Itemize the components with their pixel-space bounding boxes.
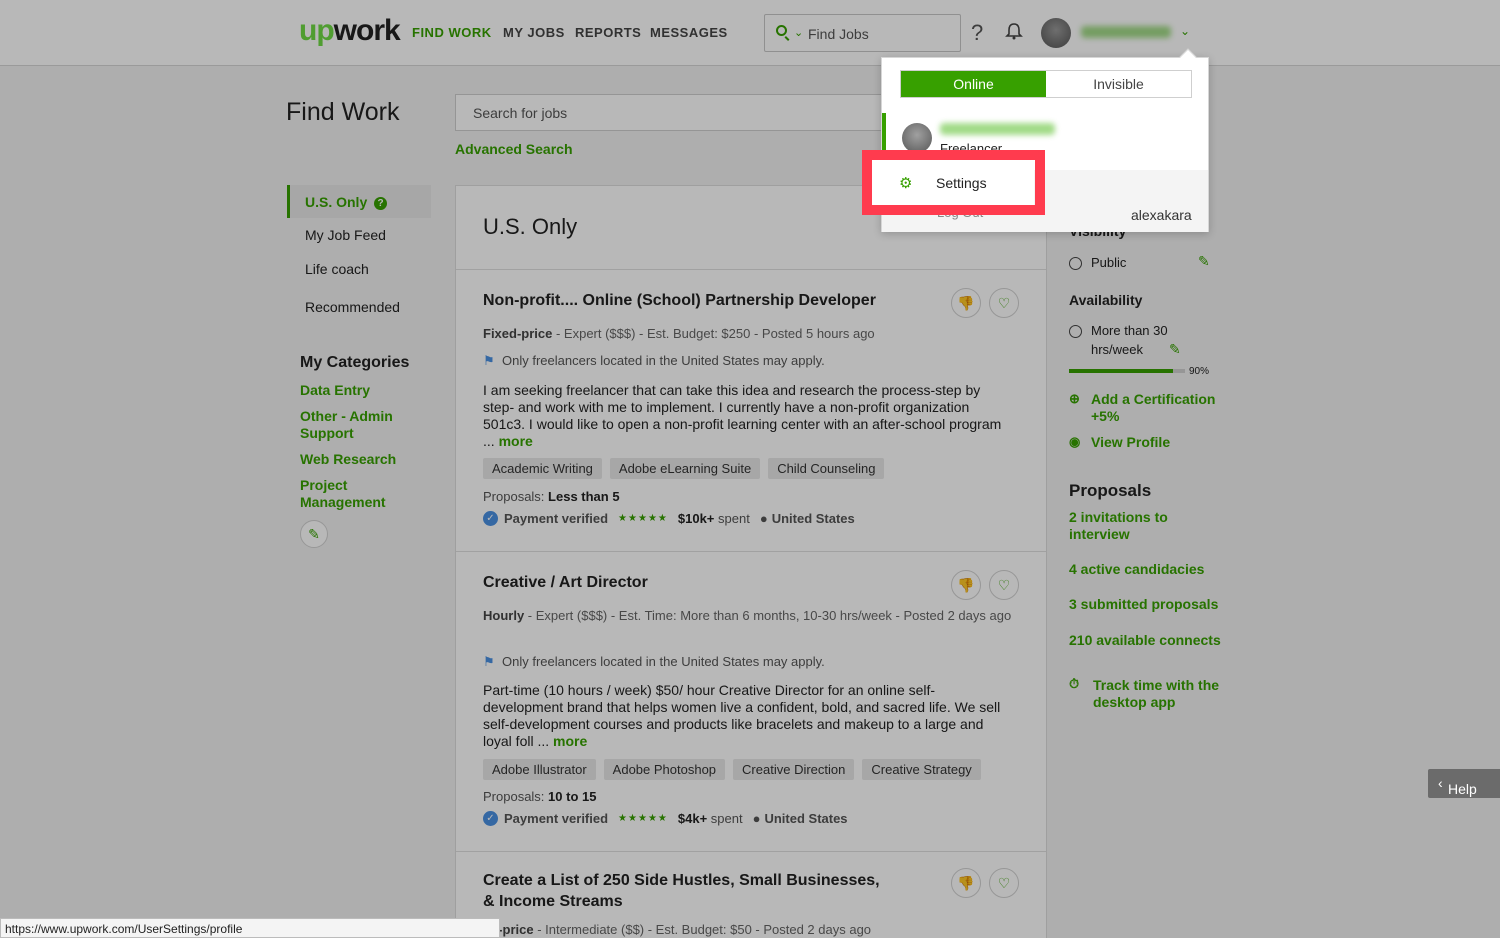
highlight-box xyxy=(862,150,1045,215)
status-bar-url: https://www.upwork.com/UserSettings/prof… xyxy=(0,918,500,938)
online-status-button[interactable]: Online xyxy=(901,71,1046,97)
account-name-blurred xyxy=(940,123,1055,135)
status-toggle: Online Invisible xyxy=(900,70,1192,98)
username-label: alexakara xyxy=(1131,207,1192,223)
account-avatar xyxy=(902,123,932,153)
help-text: Help xyxy=(1448,781,1477,797)
help-label: ‹ Help xyxy=(1438,775,1477,797)
modal-overlay[interactable] xyxy=(0,0,1500,938)
help-button[interactable]: ‹ Help xyxy=(1428,769,1500,798)
invisible-status-button[interactable]: Invisible xyxy=(1046,71,1191,97)
